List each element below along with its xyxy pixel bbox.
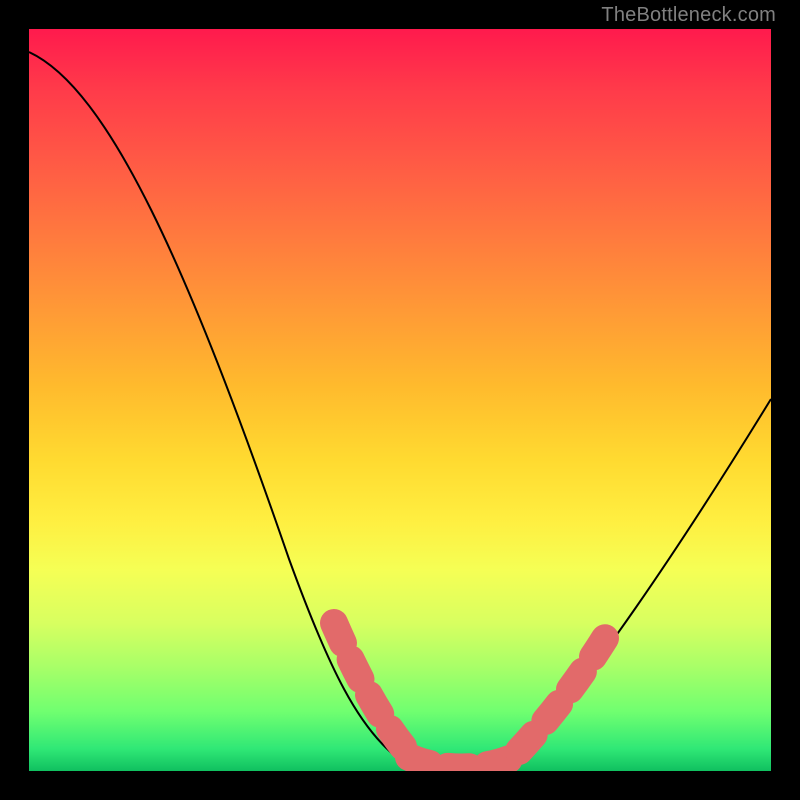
curve-layer	[29, 29, 771, 771]
bottleneck-curve	[29, 52, 771, 769]
plot-area	[29, 29, 771, 771]
highlight-right	[519, 635, 607, 751]
frame: TheBottleneck.com	[0, 0, 800, 800]
highlight-left	[334, 623, 409, 754]
highlight-floor	[409, 757, 514, 768]
watermark-text: TheBottleneck.com	[601, 4, 776, 27]
